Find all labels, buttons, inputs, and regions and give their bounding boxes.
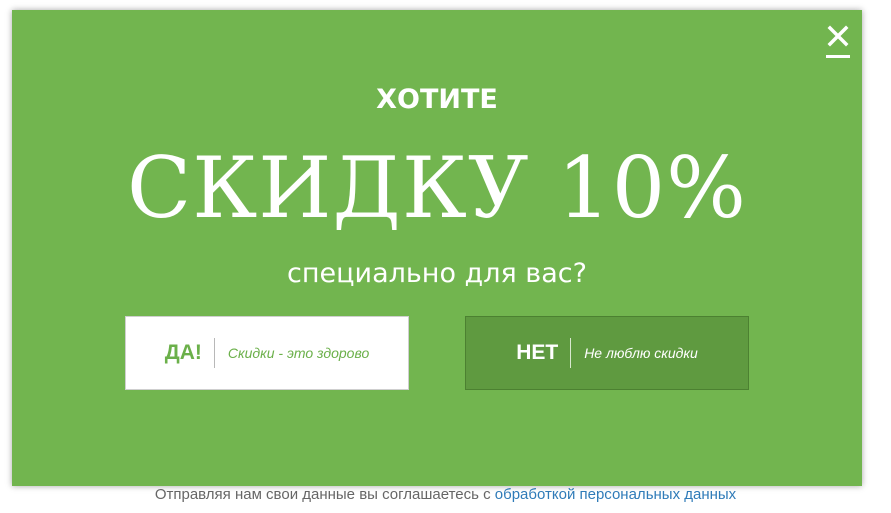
discount-popup: ХОТИТЕ СКИДКУ 10% специально для вас? ДА… — [12, 10, 862, 486]
no-button[interactable]: НЕТ Не люблю скидки — [465, 316, 749, 390]
consent-notice: Отправляя нам свои данные вы соглашаетес… — [0, 486, 891, 503]
heading-discount: СКИДКУ 10% — [127, 139, 747, 237]
no-button-label: НЕТ — [516, 341, 559, 364]
close-x-icon — [827, 25, 849, 47]
no-button-sublabel: Не люблю скидки — [584, 345, 698, 361]
close-button[interactable] — [826, 24, 852, 58]
no-button-divider — [570, 338, 572, 368]
close-underline — [826, 55, 850, 58]
consent-text: Отправляя нам свои данные вы соглашаетес… — [154, 486, 495, 503]
yes-button[interactable]: ДА! Скидки - это здорово — [125, 316, 409, 390]
yes-button-label: ДА! — [164, 341, 202, 364]
subtitle: специально для вас? — [287, 258, 587, 289]
heading-small: ХОТИТЕ — [376, 84, 498, 115]
yes-button-divider — [213, 338, 215, 368]
page: ХОТИТЕ СКИДКУ 10% специально для вас? ДА… — [0, 0, 891, 513]
yes-button-sublabel: Скидки - это здорово — [227, 345, 370, 361]
privacy-policy-link[interactable]: обработкой персональных данных — [495, 486, 736, 503]
